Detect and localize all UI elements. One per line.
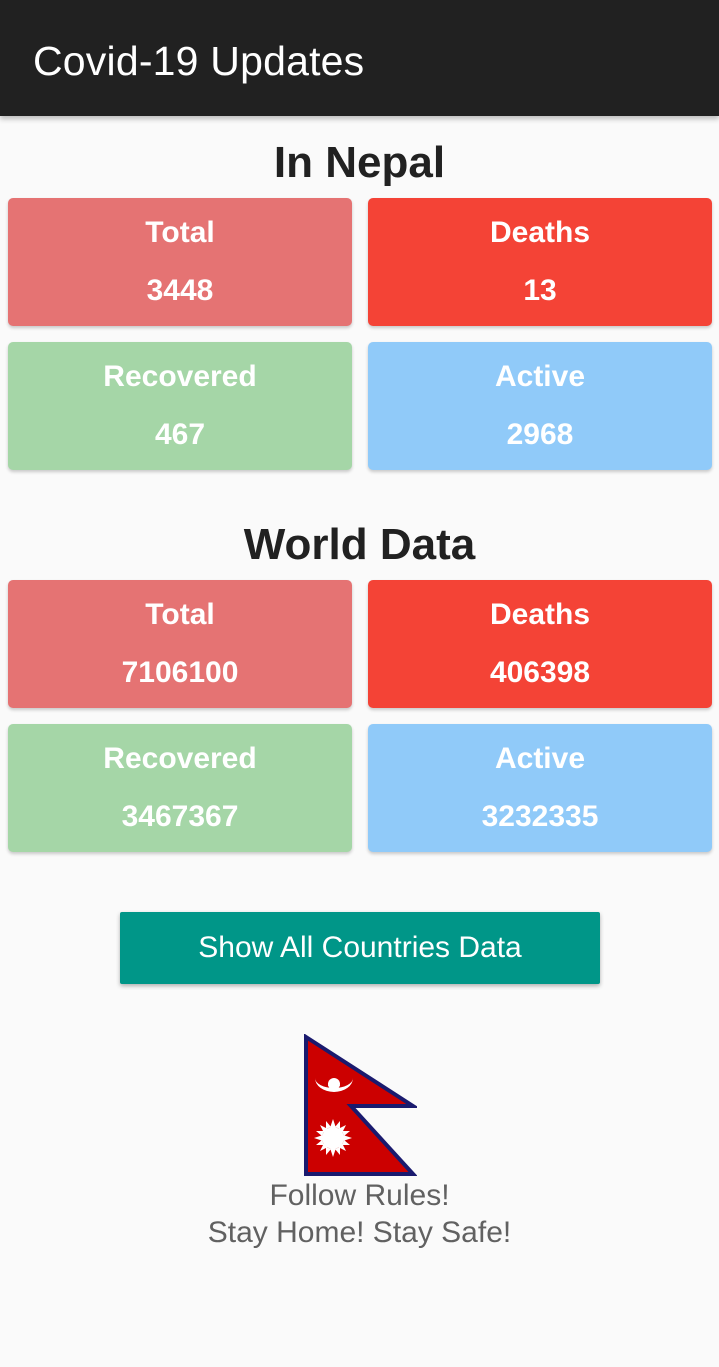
nepal-recovered-label: Recovered: [103, 360, 257, 393]
world-recovered-value: 3467367: [121, 800, 239, 833]
nepal-active-card: Active 2968: [368, 342, 712, 470]
app-title: Covid-19 Updates: [33, 38, 365, 84]
world-recovered-card: Recovered 3467367: [8, 724, 352, 852]
nepal-flag-icon: [303, 1033, 420, 1178]
nepal-total-value: 3448: [146, 274, 214, 307]
nepal-deaths-card: Deaths 13: [368, 198, 712, 326]
nepal-recovered-card: Recovered 467: [8, 342, 352, 470]
world-active-card: Active 3232335: [368, 724, 712, 852]
nepal-total-card: Total 3448: [8, 198, 352, 326]
world-active-label: Active: [494, 742, 586, 775]
nepal-deaths-value: 13: [523, 274, 557, 307]
footer-line-2: Stay Home! Stay Safe!: [207, 1216, 512, 1249]
nepal-recovered-value: 467: [154, 418, 206, 451]
footer-line-1: Follow Rules!: [269, 1179, 450, 1212]
nepal-active-label: Active: [494, 360, 586, 393]
world-deaths-label: Deaths: [489, 598, 591, 631]
app-bar: Covid-19 Updates: [0, 0, 719, 116]
show-all-countries-button[interactable]: Show All Countries Data: [120, 912, 600, 984]
nepal-total-label: Total: [145, 216, 215, 249]
nepal-heading: In Nepal: [273, 138, 446, 187]
world-active-value: 3232335: [481, 800, 599, 833]
nepal-active-value: 2968: [506, 418, 574, 451]
world-heading: World Data: [243, 520, 476, 569]
nepal-deaths-label: Deaths: [489, 216, 591, 249]
world-deaths-card: Deaths 406398: [368, 580, 712, 708]
world-total-label: Total: [145, 598, 215, 631]
world-total-card: Total 7106100: [8, 580, 352, 708]
world-total-value: 7106100: [121, 656, 239, 689]
world-deaths-value: 406398: [489, 656, 591, 689]
world-recovered-label: Recovered: [103, 742, 257, 775]
